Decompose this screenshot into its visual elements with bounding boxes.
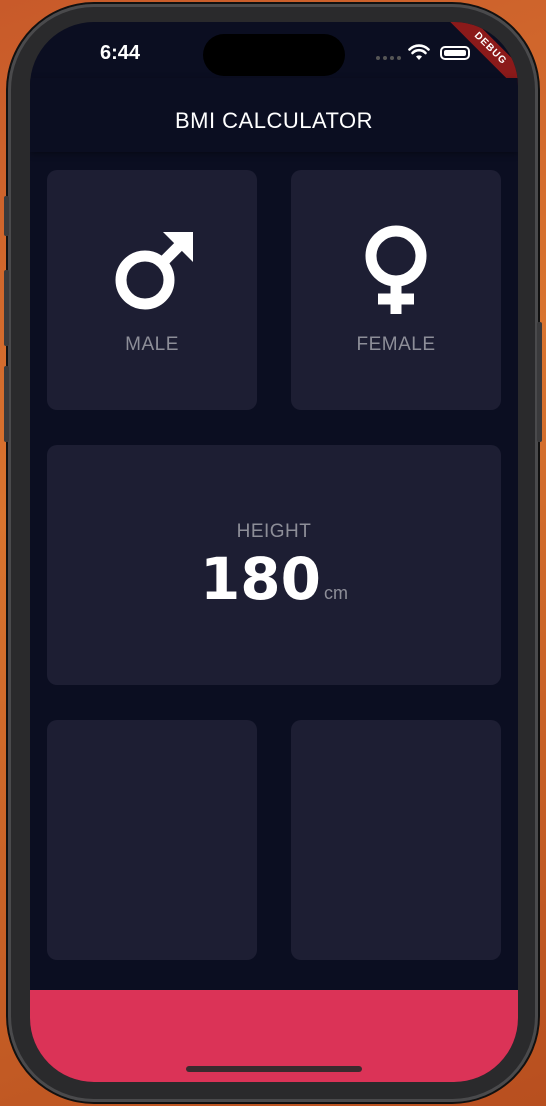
page-title: BMI CALCULATOR — [174, 108, 374, 133]
side-button-power — [537, 322, 542, 442]
dynamic-island — [203, 34, 345, 76]
male-label: MALE — [125, 334, 179, 355]
side-button-volume-down — [4, 366, 9, 442]
female-symbol-icon — [365, 225, 427, 314]
wifi-icon — [408, 44, 430, 60]
male-symbol-icon — [115, 232, 193, 310]
height-value: 180 — [199, 545, 322, 613]
signal-icon — [376, 56, 401, 60]
female-card[interactable]: FEMALE — [291, 170, 501, 410]
weight-card[interactable] — [47, 720, 257, 960]
height-card[interactable]: HEIGHT 180 cm — [47, 445, 501, 685]
age-card[interactable] — [291, 720, 501, 960]
app-bar: BMI CALCULATOR — [30, 78, 518, 152]
height-label: HEIGHT — [236, 521, 312, 542]
side-button-volume-up — [4, 270, 9, 346]
battery-icon — [440, 46, 470, 60]
female-label: FEMALE — [356, 334, 436, 355]
male-card[interactable]: MALE — [47, 170, 257, 410]
screen: 6:44 DEBUG BMI CALCULATOR MALE FEMALE HE… — [30, 22, 518, 1082]
side-button-mute — [4, 196, 9, 236]
height-value-row: 180 cm — [47, 545, 501, 613]
home-indicator[interactable] — [186, 1066, 362, 1072]
height-unit: cm — [324, 583, 349, 603]
status-time: 6:44 — [100, 42, 141, 64]
